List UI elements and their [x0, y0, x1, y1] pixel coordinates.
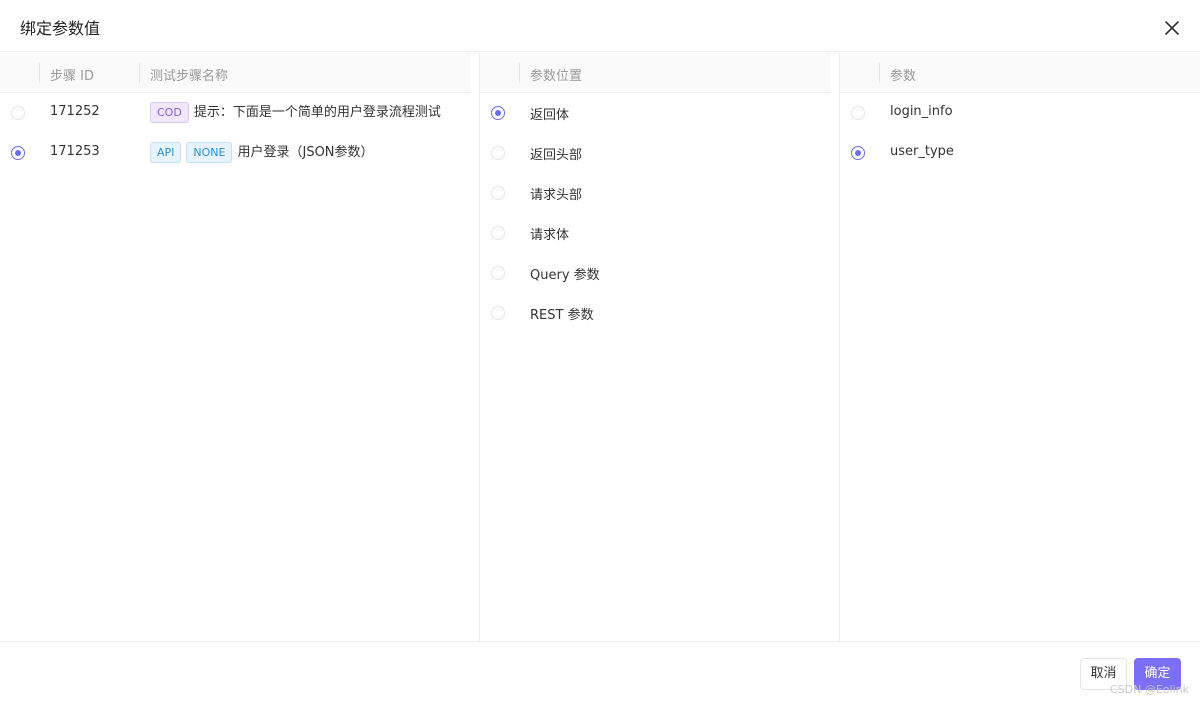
tag-badge: COD [150, 102, 189, 123]
dialog-footer: 取消 确定 [0, 641, 1200, 704]
list-item[interactable]: REST 参数 [480, 293, 839, 333]
positions-table-header: 参数位置 [480, 53, 830, 93]
list-item[interactable]: Query 参数 [480, 253, 839, 293]
step-id: 171253 [50, 144, 100, 159]
position-label: REST 参数 [530, 308, 594, 323]
position-radio[interactable] [491, 146, 505, 160]
list-item[interactable]: login_info [840, 93, 1200, 133]
list-item[interactable]: 请求头部 [480, 173, 839, 213]
position-radio[interactable] [491, 186, 505, 200]
position-label: 请求体 [530, 228, 570, 243]
table-row[interactable]: 171253 API NONE 用户登录（JSON参数） [0, 133, 479, 173]
dialog-title: 绑定参数值 [20, 19, 101, 38]
position-label: 返回体 [530, 108, 570, 123]
step-name: 提示：下面是一个简单的用户登录流程测试 [193, 105, 441, 120]
params-table-header: 参数 [840, 53, 1200, 93]
position-label: 请求头部 [530, 188, 583, 203]
step-name: 用户登录（JSON参数） [237, 145, 374, 160]
steps-panel: 步骤 ID 测试步骤名称 171252 COD 提示：下面是一个简单的用户登录流程… [0, 53, 480, 641]
position-radio[interactable] [491, 226, 505, 240]
step-name-cell: COD 提示：下面是一个简单的用户登录流程测试 [150, 101, 441, 123]
column-header-step-name: 测试步骤名称 [150, 69, 229, 84]
list-item[interactable]: user_type [840, 133, 1200, 173]
column-header-position: 参数位置 [530, 69, 583, 84]
column-divider [879, 63, 880, 83]
param-radio[interactable] [851, 106, 865, 120]
watermark: CSDN @Eolink [1110, 683, 1189, 696]
steps-table-header: 步骤 ID 测试步骤名称 [0, 53, 470, 93]
step-id: 171252 [50, 104, 100, 119]
position-label: 返回头部 [530, 148, 583, 163]
positions-panel: 参数位置 返回体 返回头部 请求头部 请求体 Query 参数 REST 参数 [480, 53, 840, 641]
column-divider [139, 63, 140, 83]
list-item[interactable]: 请求体 [480, 213, 839, 253]
step-name-cell: API NONE 用户登录（JSON参数） [150, 141, 374, 163]
column-divider [39, 63, 40, 83]
list-item[interactable]: 返回头部 [480, 133, 839, 173]
dialog-header: 绑定参数值 [0, 0, 1200, 52]
tag-badge: NONE [186, 142, 233, 163]
step-radio[interactable] [11, 146, 25, 160]
params-panel: 参数 login_info user_type [840, 53, 1200, 641]
position-radio[interactable] [491, 106, 505, 120]
param-label: login_info [890, 104, 953, 119]
position-radio[interactable] [491, 266, 505, 280]
column-header-param: 参数 [890, 69, 917, 84]
param-radio[interactable] [851, 146, 865, 160]
table-row[interactable]: 171252 COD 提示：下面是一个简单的用户登录流程测试 [0, 93, 479, 133]
close-icon[interactable] [1160, 16, 1184, 40]
tag-badge: API [150, 142, 182, 163]
position-radio[interactable] [491, 306, 505, 320]
column-header-step-id: 步骤 ID [50, 69, 94, 84]
list-item[interactable]: 返回体 [480, 93, 839, 133]
column-divider [519, 63, 520, 83]
step-radio[interactable] [11, 106, 25, 120]
position-label: Query 参数 [530, 268, 600, 283]
param-label: user_type [890, 144, 954, 159]
